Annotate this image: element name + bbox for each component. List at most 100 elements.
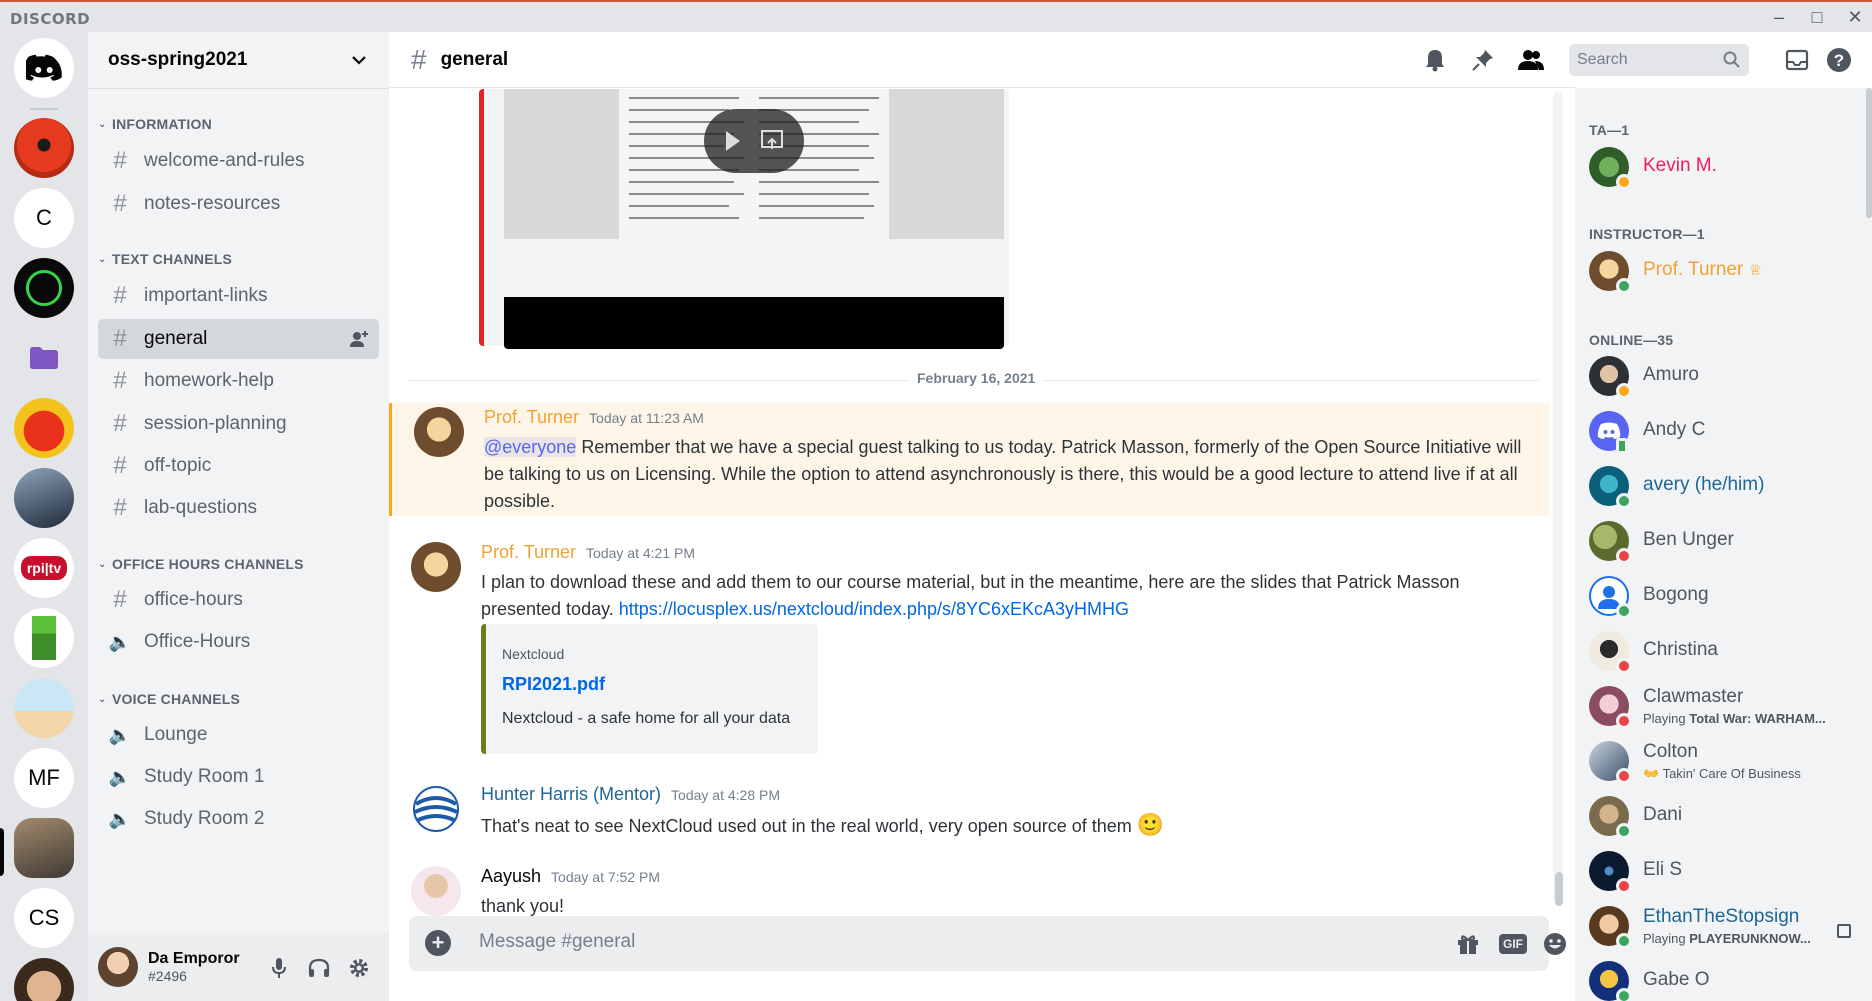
member-item[interactable]: Colton 👐 Takin' Care Of Business (1589, 739, 1859, 784)
member-list-scrollbar[interactable] (1866, 88, 1872, 218)
member-item[interactable]: EthanTheStopsign Playing PLAYERUNKNOW... (1589, 904, 1859, 949)
member-item[interactable]: Andy C (1589, 409, 1859, 454)
minimize-icon[interactable]: – (1760, 2, 1798, 32)
maximize-icon[interactable]: □ (1798, 2, 1836, 32)
rich-presence-icon[interactable] (1837, 924, 1851, 938)
mention-everyone[interactable]: @everyone (484, 437, 577, 457)
search-input[interactable]: Search (1569, 44, 1749, 76)
server-c[interactable]: C (14, 188, 74, 248)
channel-study-room-1[interactable]: 🔈 Study Room 1 (98, 757, 379, 797)
hash-icon: # (113, 325, 127, 352)
channel-office-hours-text[interactable]: # office-hours (98, 580, 379, 620)
microphone-icon[interactable] (266, 955, 292, 981)
member-item[interactable]: Clawmaster Playing Total War: WARHAM... (1589, 684, 1859, 729)
server-mf[interactable]: MF (14, 748, 74, 808)
server-green-logo[interactable] (14, 258, 74, 318)
channel-label: Study Room 2 (144, 808, 265, 829)
member-item[interactable]: Amuro (1589, 354, 1859, 399)
smile-emoji-icon: 🙂 (1136, 812, 1165, 837)
hash-icon: # (411, 43, 427, 75)
message-link[interactable]: https://locusplex.us/nextcloud/index.php… (619, 599, 1129, 619)
message-item[interactable]: Prof. Turner Today at 11:23 AM @everyone… (389, 403, 1549, 516)
server-cs[interactable]: CS (14, 888, 74, 948)
gif-button[interactable]: GIF (1497, 930, 1529, 958)
server-creeper[interactable] (14, 608, 74, 668)
home-discord-icon[interactable] (14, 38, 74, 98)
message-item[interactable]: Hunter Harris (Mentor) Today at 4:28 PM … (389, 780, 1549, 840)
member-item[interactable]: Gabe O (1589, 959, 1859, 1001)
server-apple[interactable] (14, 398, 74, 458)
channel-session-planning[interactable]: # session-planning (98, 404, 379, 444)
member-item[interactable]: Prof. Turner ♕ (1589, 249, 1859, 294)
play-button[interactable] (704, 109, 804, 173)
video-embed[interactable] (479, 89, 1009, 349)
category-voice-channels[interactable]: ⌄ VOICE CHANNELS (98, 691, 240, 707)
channel-study-room-2[interactable]: 🔈 Study Room 2 (98, 799, 379, 839)
avatar[interactable] (98, 947, 138, 987)
message-item[interactable]: Aayush Today at 7:52 PM thank you! (389, 862, 1549, 922)
member-item[interactable]: avery (he/him) (1589, 464, 1859, 509)
member-item[interactable]: Eli S (1589, 849, 1859, 894)
close-icon[interactable]: ✕ (1836, 2, 1872, 32)
member-list-icon[interactable] (1517, 46, 1545, 74)
message-header: Prof. Turner Today at 4:21 PM (481, 542, 695, 563)
message-input[interactable]: Message #general (479, 931, 635, 953)
avatar[interactable] (411, 784, 461, 834)
emoji-icon[interactable] (1541, 930, 1569, 958)
channel-homework-help[interactable]: # homework-help (98, 361, 379, 401)
channel-general[interactable]: # general (98, 319, 379, 359)
server-folder[interactable] (14, 328, 74, 388)
gear-icon[interactable] (346, 955, 372, 981)
channel-notes-resources[interactable]: # notes-resources (98, 184, 379, 224)
avatar[interactable] (411, 542, 461, 592)
help-icon[interactable]: ? (1825, 46, 1853, 74)
server-red-robot[interactable] (14, 118, 74, 178)
server-photo[interactable] (14, 468, 74, 528)
message-composer[interactable]: + Message #general GIF (409, 916, 1566, 971)
channel-important-links[interactable]: # important-links (98, 276, 379, 316)
status-indicator (1616, 768, 1632, 784)
message-author[interactable]: Prof. Turner (484, 407, 579, 428)
server-desk[interactable] (14, 678, 74, 738)
member-item[interactable]: Christina (1589, 629, 1859, 674)
headphones-icon[interactable] (306, 955, 332, 981)
chevron-down-icon[interactable] (349, 50, 369, 70)
gift-icon[interactable] (1454, 930, 1482, 958)
member-item[interactable]: Bogong (1589, 574, 1859, 619)
server-oss-active[interactable] (14, 818, 74, 878)
server-rpitv[interactable]: rpi|tv (14, 538, 74, 598)
embed-title[interactable]: RPI2021.pdf (502, 674, 605, 695)
server-face[interactable] (14, 958, 74, 1001)
avatar[interactable] (414, 407, 464, 457)
message-author[interactable]: Aayush (481, 866, 541, 887)
message-header: Hunter Harris (Mentor) Today at 4:28 PM (481, 784, 780, 805)
pin-icon[interactable] (1469, 46, 1497, 74)
plus-icon[interactable]: + (425, 930, 451, 956)
user-info[interactable]: Da Emporor #2496 (148, 950, 240, 984)
channel-welcome-and-rules[interactable]: # welcome-and-rules (98, 141, 379, 181)
category-label: VOICE CHANNELS (112, 691, 241, 707)
inbox-icon[interactable] (1783, 46, 1811, 74)
channel-lounge[interactable]: 🔈 Lounge (98, 715, 379, 755)
status-indicator (1616, 878, 1632, 894)
member-item[interactable]: Ben Unger (1589, 519, 1859, 564)
chat-scrollbar-track[interactable] (1553, 92, 1563, 902)
bell-icon[interactable] (1421, 46, 1449, 74)
message-author[interactable]: Hunter Harris (Mentor) (481, 784, 661, 805)
category-text-channels[interactable]: ⌄ TEXT CHANNELS (98, 251, 232, 267)
channel-lab-questions[interactable]: # lab-questions (98, 488, 379, 528)
avatar[interactable] (411, 866, 461, 916)
invite-member-icon[interactable] (349, 329, 369, 349)
category-information[interactable]: ⌄ INFORMATION (98, 116, 212, 132)
member-item[interactable]: Dani (1589, 794, 1859, 839)
message-author[interactable]: Prof. Turner (481, 542, 576, 563)
channel-off-topic[interactable]: # off-topic (98, 446, 379, 486)
member-item[interactable]: Kevin M. (1589, 145, 1859, 190)
server-selected-indicator (0, 828, 4, 876)
chat-scrollbar-thumb[interactable] (1555, 872, 1563, 906)
channel-office-hours-voice[interactable]: 🔈 Office-Hours (98, 622, 379, 662)
category-office-hours[interactable]: ⌄ OFFICE HOURS CHANNELS (98, 556, 304, 572)
guild-header[interactable]: oss-spring2021 (88, 32, 389, 88)
message-item[interactable]: Prof. Turner Today at 4:21 PM I plan to … (389, 538, 1549, 758)
member-activity: Playing PLAYERUNKNOW... (1643, 931, 1811, 946)
